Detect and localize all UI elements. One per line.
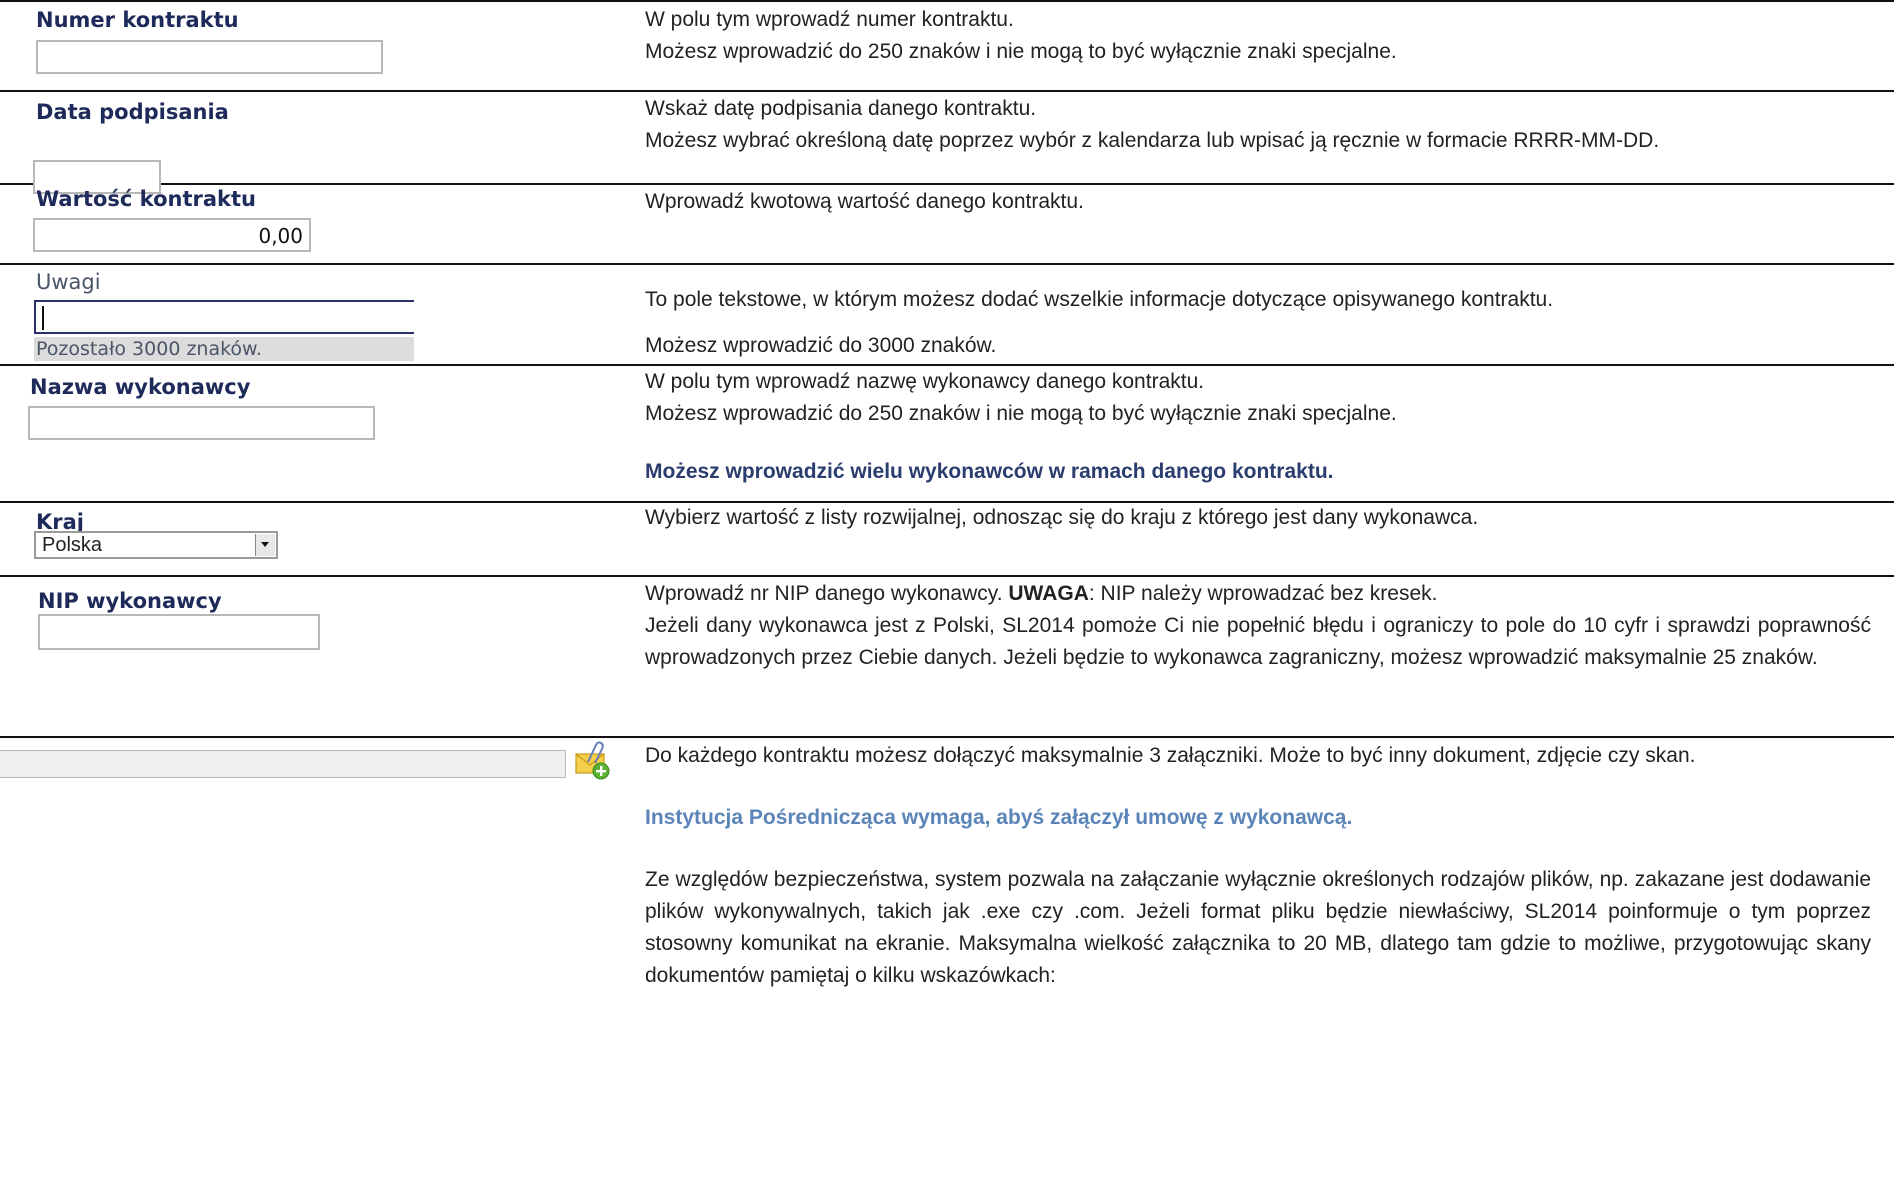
- divider: [0, 90, 1894, 92]
- divider: [0, 736, 1894, 738]
- uwagi-label: Uwagi: [36, 270, 101, 294]
- nazwa-wykonawcy-input[interactable]: [28, 406, 375, 440]
- chevron-down-icon[interactable]: [255, 534, 275, 556]
- kraj-description: Wybierz wartość z listy rozwijalnej, odn…: [645, 506, 1479, 529]
- wartosc-kontraktu-label: Wartość kontraktu: [36, 187, 256, 211]
- zalacznik-file-field[interactable]: [0, 750, 566, 778]
- kraj-selected-value: Polska: [42, 534, 103, 556]
- divider: [0, 575, 1894, 577]
- divider: [0, 183, 1894, 185]
- nip-description: Wprowadź nr NIP danego wykonawcy. UWAGA:…: [645, 582, 1871, 669]
- nip-wykonawcy-input[interactable]: [38, 614, 320, 650]
- wartosc-value: 0,00: [258, 224, 303, 248]
- wartosc-description: Wprowadź kwotową wartość danego kontrakt…: [645, 190, 1084, 213]
- uwagi-counter: Pozostało 3000 znaków.: [34, 337, 414, 361]
- nip-wykonawcy-label: NIP wykonawcy: [38, 589, 222, 613]
- numer-kontraktu-label: Numer kontraktu: [36, 8, 239, 32]
- divider: [0, 263, 1894, 265]
- text-cursor: [42, 306, 44, 330]
- uwagi-description: To pole tekstowe, w którym możesz dodać …: [645, 288, 1554, 357]
- kraj-select[interactable]: Polska: [34, 531, 278, 559]
- zalacznik-description: Do każdego kontraktu możesz dołączyć mak…: [645, 744, 1871, 987]
- divider: [0, 0, 1894, 2]
- numer-kontraktu-input[interactable]: [36, 40, 383, 74]
- uwaga-label: UWAGA: [1008, 582, 1089, 605]
- numer-description: W polu tym wprowadź numer kontraktu. Moż…: [645, 8, 1397, 63]
- uwagi-textarea[interactable]: [34, 300, 414, 334]
- data-podpisania-label: Data podpisania: [36, 100, 229, 124]
- nazwa-description: W polu tym wprowadź nazwę wykonawcy dane…: [645, 370, 1397, 483]
- nazwa-wykonawcy-label: Nazwa wykonawcy: [30, 375, 251, 399]
- wartosc-kontraktu-input[interactable]: 0,00: [33, 218, 311, 252]
- attachment-add-icon[interactable]: [574, 740, 610, 780]
- data-description: Wskaż datę podpisania danego kontraktu. …: [645, 97, 1660, 152]
